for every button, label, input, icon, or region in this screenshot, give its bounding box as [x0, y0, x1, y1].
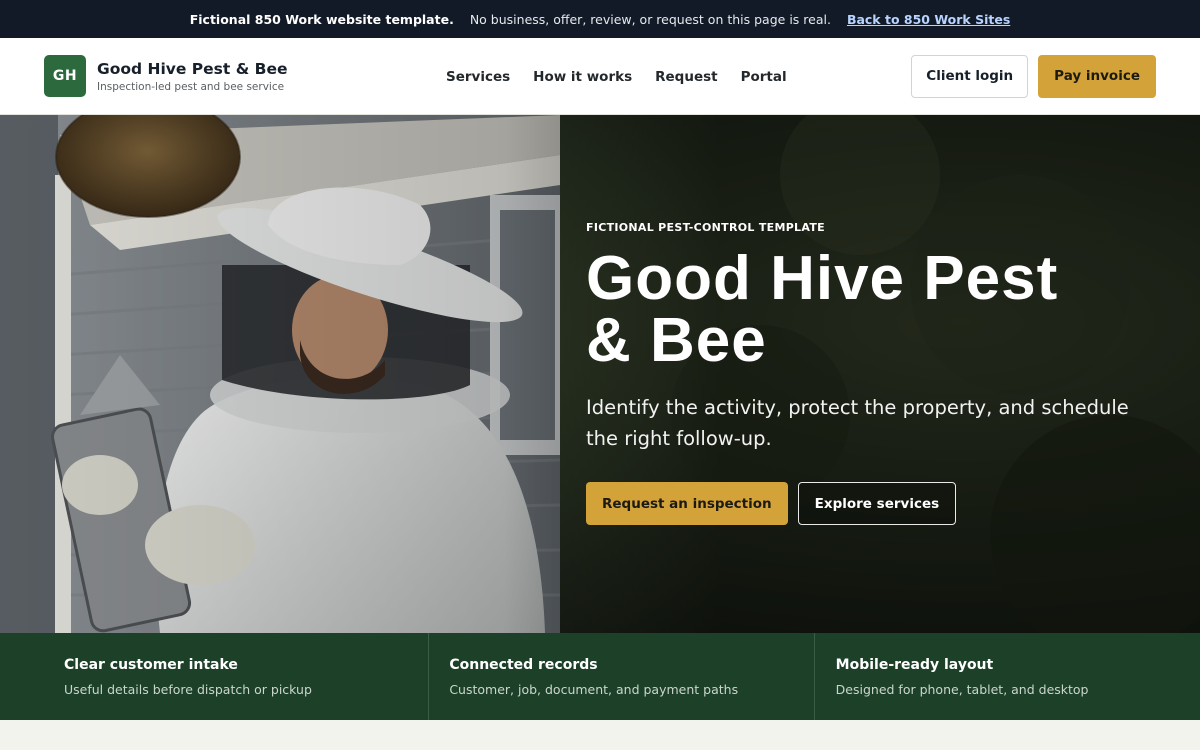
main-nav: Services How it works Request Portal: [446, 38, 787, 115]
nav-item-portal[interactable]: Portal: [741, 69, 787, 85]
hero-buttons: Request an inspection Explore services: [586, 482, 1176, 525]
header-actions: Client login Pay invoice: [911, 54, 1156, 98]
nav-item-services[interactable]: Services: [446, 69, 510, 85]
client-login-button[interactable]: Client login: [911, 54, 1029, 98]
fictional-notice-banner: Fictional 850 Work website template. No …: [0, 0, 1200, 38]
hero-title: Good Hive Pest & Bee: [586, 248, 1176, 372]
brand-tagline: Inspection-led pest and bee service: [97, 80, 285, 93]
brand-text: Good Hive Pest & Bee Inspection-led pest…: [97, 60, 287, 93]
feature-title: Mobile-ready layout: [835, 657, 994, 673]
page-continuation: [0, 720, 1200, 750]
brand-name: Good Hive Pest & Bee: [97, 59, 288, 78]
nav-item-request[interactable]: Request: [655, 69, 717, 85]
site-header: GH Good Hive Pest & Bee Inspection-led p…: [0, 38, 1200, 115]
nav-item-how-it-works[interactable]: How it works: [533, 69, 632, 85]
notice-strong-text: Fictional 850 Work website template.: [189, 11, 454, 27]
hero-eyebrow: FICTIONAL PEST-CONTROL TEMPLATE: [586, 221, 825, 234]
brand-home-link[interactable]: GH Good Hive Pest & Bee Inspection-led p…: [44, 55, 287, 97]
notice-text: No business, offer, review, or request o…: [469, 11, 831, 27]
feature-description: Customer, job, document, and payment pat…: [449, 682, 739, 697]
hero-content: FICTIONAL PEST-CONTROL TEMPLATE Good Hiv…: [586, 221, 1176, 525]
request-inspection-button[interactable]: Request an inspection: [586, 482, 788, 525]
hero-section: FICTIONAL PEST-CONTROL TEMPLATE Good Hiv…: [0, 115, 1200, 633]
feature-item: Clear customer intake Useful details bef…: [0, 633, 430, 720]
explore-services-button[interactable]: Explore services: [797, 482, 957, 525]
feature-strip: Clear customer intake Useful details bef…: [0, 633, 1200, 720]
back-to-sites-link[interactable]: Back to 850 Work Sites: [847, 12, 1010, 27]
hero-subtitle: Identify the activity, protect the prope…: [586, 396, 1129, 450]
hero-title-line-1: Good Hive Pest: [586, 244, 1059, 313]
feature-title: Connected records: [449, 657, 598, 673]
pay-invoice-button[interactable]: Pay invoice: [1038, 54, 1156, 98]
feature-title: Clear customer intake: [64, 657, 238, 673]
hero-title-line-2: & Bee: [586, 306, 767, 375]
feature-item: Mobile-ready layout Designed for phone, …: [815, 633, 1200, 720]
feature-description: Designed for phone, tablet, and desktop: [835, 682, 1089, 697]
feature-description: Useful details before dispatch or pickup: [64, 682, 312, 697]
brand-logo: GH: [44, 55, 86, 97]
feature-item: Connected records Customer, job, documen…: [429, 633, 815, 720]
